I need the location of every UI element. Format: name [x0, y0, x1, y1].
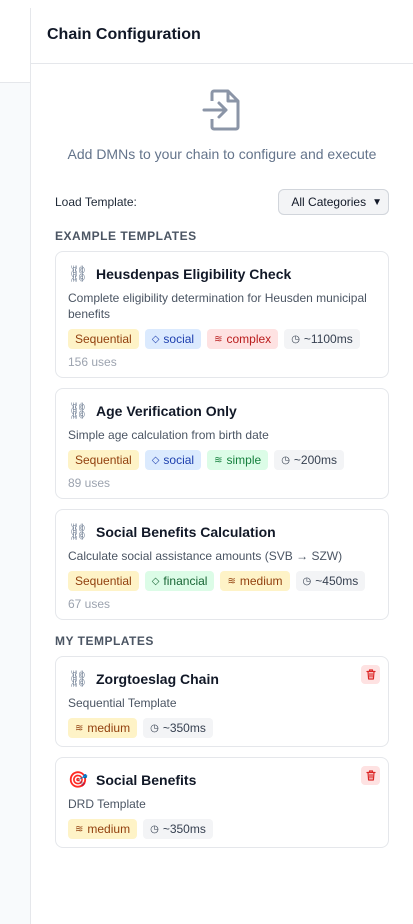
template-description: Simple age calculation from birth date — [68, 428, 269, 442]
clock-icon: ◷ — [150, 722, 159, 734]
type-badge: Sequential — [68, 329, 139, 349]
tag-icon: ◇ — [151, 333, 160, 345]
time-badge: ◷ ~200ms — [274, 450, 344, 470]
template-title: Heusdenpas Eligibility Check — [96, 266, 292, 282]
panel-title: Chain Configuration — [47, 26, 201, 43]
layers-icon: ≋ — [75, 823, 84, 835]
tag-icon: ◇ — [151, 575, 160, 587]
template-description: DRD Template — [68, 797, 146, 811]
left-sidebar-strip — [0, 8, 30, 924]
category-select[interactable]: All Categories ▼ — [278, 189, 389, 215]
chain-link-icon: ⛓ — [68, 403, 89, 420]
chain-link-icon: ⛓ — [68, 524, 89, 541]
load-template-label: Load Template: — [55, 195, 137, 209]
delete-template-button[interactable] — [361, 766, 380, 785]
template-card-social-benefits-calculation[interactable]: ⛓ Social Benefits Calculation Calculate … — [55, 509, 389, 620]
time-badge: ◷ ~350ms — [143, 819, 213, 839]
layers-icon: ≋ — [214, 454, 223, 466]
template-description: Sequential Template — [68, 696, 177, 710]
template-card-heusdenpas[interactable]: ⛓ Heusdenpas Eligibility Check Complete … — [55, 251, 389, 378]
delete-template-button[interactable] — [361, 665, 380, 684]
left-sidebar-header — [0, 8, 30, 83]
template-description: Calculate social assistance amounts (SVB… — [68, 549, 343, 563]
complexity-badge: ≋ simple — [207, 450, 269, 470]
type-badge: Sequential — [68, 450, 139, 470]
chevron-down-icon: ▼ — [372, 196, 382, 208]
usage-count: 67 uses — [68, 597, 111, 611]
empty-state: Add DMNs to your chain to configure and … — [31, 64, 413, 179]
example-templates-heading: EXAMPLE TEMPLATES — [55, 229, 197, 243]
template-title: Social Benefits — [96, 772, 197, 788]
category-badge: ◇ financial — [144, 571, 215, 591]
complexity-badge: ≋ medium — [68, 718, 138, 738]
tag-icon: ◇ — [151, 454, 160, 466]
template-title: Social Benefits Calculation — [96, 524, 276, 540]
layers-icon: ≋ — [75, 722, 84, 734]
layers-icon: ≋ — [214, 333, 223, 345]
template-card-age-verification[interactable]: ⛓ Age Verification Only Simple age calcu… — [55, 388, 389, 499]
time-badge: ◷ ~1100ms — [284, 329, 360, 349]
category-badge: ◇ social — [144, 329, 202, 349]
category-badge: ◇ social — [144, 450, 202, 470]
usage-count: 89 uses — [68, 476, 111, 490]
template-title: Zorgtoeslag Chain — [96, 671, 219, 687]
target-icon: 🎯 — [68, 772, 88, 789]
clock-icon: ◷ — [302, 575, 312, 587]
trash-icon — [365, 669, 376, 680]
clock-icon: ◷ — [150, 823, 159, 835]
complexity-badge: ≋ complex — [207, 329, 279, 349]
complexity-badge: ≋ medium — [68, 819, 138, 839]
chain-link-icon: ⛓ — [68, 266, 89, 283]
trash-icon — [365, 770, 376, 781]
my-template-card-zorgtoeslag[interactable]: ⛓ Zorgtoeslag Chain Sequential Template … — [55, 656, 389, 747]
layers-icon: ≋ — [227, 575, 236, 587]
template-title: Age Verification Only — [96, 403, 237, 419]
my-template-card-social-benefits[interactable]: 🎯 Social Benefits DRD Template ≋ medium ◷… — [55, 757, 389, 848]
type-badge: Sequential — [68, 571, 139, 591]
complexity-badge: ≋ medium — [220, 571, 290, 591]
clock-icon: ◷ — [281, 454, 290, 466]
template-description: Complete eligibility determination for H… — [68, 291, 367, 321]
clock-icon: ◷ — [291, 333, 300, 345]
my-templates-heading: MY TEMPLATES — [55, 634, 154, 648]
time-badge: ◷ ~350ms — [143, 718, 213, 738]
category-select-value: All Categories — [291, 195, 367, 209]
load-template-row: Load Template: All Categories ▼ — [31, 187, 413, 217]
empty-state-text: Add DMNs to your chain to configure and … — [67, 146, 377, 162]
chain-configuration-panel: Chain Configuration Add DMNs to your cha… — [30, 8, 413, 924]
file-import-icon — [202, 89, 240, 131]
chain-link-icon: ⛓ — [68, 671, 89, 688]
usage-count: 156 uses — [68, 355, 117, 369]
time-badge: ◷ ~450ms — [295, 571, 366, 591]
panel-header: Chain Configuration — [31, 8, 413, 64]
